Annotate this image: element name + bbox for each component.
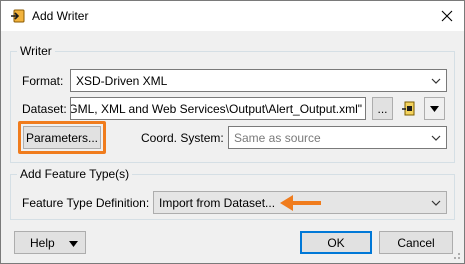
writer-group-legend: Writer <box>17 44 55 58</box>
parameters-button[interactable]: Parameters... <box>23 126 101 149</box>
feature-type-group-legend: Add Feature Type(s) <box>17 167 133 181</box>
help-label: Help <box>30 235 55 250</box>
parameters-label: Parameters... <box>25 130 99 145</box>
ok-label: OK <box>327 235 345 250</box>
chevron-down-icon <box>426 127 446 148</box>
writer-icon <box>10 8 26 24</box>
window-title: Add Writer <box>32 9 89 23</box>
coord-system-label: Coord. System: <box>141 131 224 145</box>
cancel-label: Cancel <box>397 235 435 250</box>
add-writer-dialog: Add Writer Writer Format: XSD-Driven XML… <box>0 0 465 264</box>
dataset-input[interactable]: GML, XML and Web Services\Output\Alert_O… <box>70 97 366 120</box>
close-icon <box>441 10 453 22</box>
dataset-value: GML, XML and Web Services\Output\Alert_O… <box>70 101 362 116</box>
format-select[interactable]: XSD-Driven XML <box>70 69 447 92</box>
dataset-options-button[interactable] <box>398 97 419 120</box>
format-value: XSD-Driven XML <box>76 73 168 88</box>
feature-type-definition-label: Feature Type Definition: <box>22 196 150 210</box>
ok-button[interactable]: OK <box>300 231 372 254</box>
resize-grip-icon[interactable] <box>451 250 461 260</box>
caret-down-icon <box>430 105 439 112</box>
dataset-dropdown-button[interactable] <box>424 97 445 120</box>
browse-button[interactable]: ... <box>372 97 393 120</box>
title-bar: Add Writer <box>1 1 464 31</box>
browse-label: ... <box>377 101 388 116</box>
chevron-down-icon <box>426 192 446 213</box>
coord-system-select[interactable]: Same as source <box>228 126 447 149</box>
format-label: Format: <box>22 74 64 88</box>
caret-down-icon <box>69 241 78 247</box>
close-button[interactable] <box>432 1 462 31</box>
data-file-icon <box>401 101 414 115</box>
dataset-label: Dataset: <box>22 102 67 116</box>
help-button[interactable]: Help <box>14 231 86 254</box>
arrow-pointer-icon <box>280 195 321 211</box>
coord-system-value: Same as source <box>234 130 321 145</box>
cancel-button[interactable]: Cancel <box>379 231 453 254</box>
chevron-down-icon <box>426 70 446 91</box>
